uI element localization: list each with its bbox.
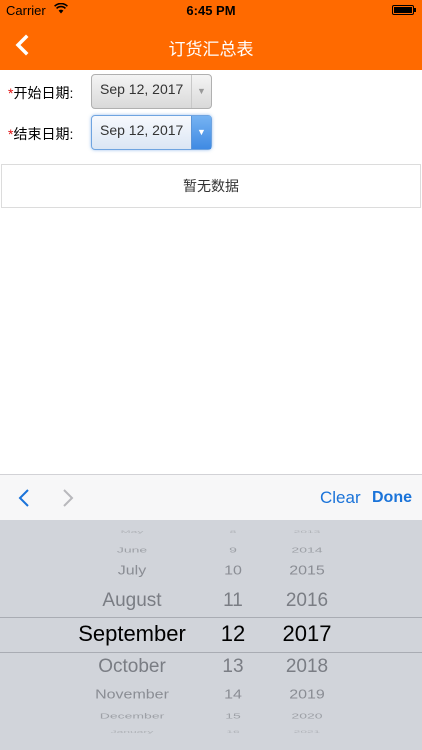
status-bar: Carrier 6:45 PM (0, 0, 422, 20)
day-option[interactable]: 13 (200, 656, 266, 678)
month-option[interactable]: December (52, 712, 212, 721)
done-button[interactable]: Done (372, 489, 412, 507)
clock: 6:45 PM (186, 3, 236, 18)
month-option[interactable]: May (52, 530, 212, 534)
clear-button[interactable]: Clear (320, 488, 361, 508)
day-option[interactable]: 14 (200, 688, 266, 703)
day-option[interactable]: 10 (200, 564, 266, 579)
month-option[interactable]: September (52, 621, 212, 647)
day-option[interactable]: 12 (200, 621, 266, 647)
end-date-field[interactable]: Sep 12, 2017 ▼ (91, 115, 212, 150)
end-date-label-text: 结束日期: (13, 126, 74, 142)
end-date-label: *结束日期: (8, 124, 73, 144)
month-option[interactable]: October (52, 656, 212, 678)
start-date-value: Sep 12, 2017 (100, 81, 184, 97)
month-option[interactable]: November (52, 688, 212, 703)
year-option[interactable]: 2016 (266, 590, 348, 612)
month-option[interactable]: July (52, 564, 212, 579)
day-option[interactable]: 11 (200, 590, 266, 612)
date-picker-wheel[interactable]: May June July August September October Novembe… (0, 520, 422, 750)
dropdown-arrow-icon: ▼ (191, 116, 211, 149)
previous-field-chevron-icon[interactable] (14, 487, 34, 509)
day-option[interactable]: 16 (200, 730, 266, 734)
year-option[interactable]: 2019 (266, 688, 348, 703)
year-option[interactable]: 2017 (266, 621, 348, 647)
next-field-chevron-icon[interactable] (58, 487, 78, 509)
keyboard-accessory-toolbar: Clear Done (0, 474, 422, 520)
end-date-row: *结束日期: Sep 12, 2017 ▼ (0, 113, 422, 151)
day-option[interactable]: 15 (200, 712, 266, 721)
page-title: 订货汇总表 (168, 40, 254, 59)
year-option[interactable]: 2013 (266, 530, 348, 534)
year-option[interactable]: 2015 (266, 564, 348, 579)
year-option[interactable]: 2014 (266, 546, 348, 555)
year-option[interactable]: 2020 (266, 712, 348, 721)
start-date-label-text: 开始日期: (13, 85, 74, 101)
year-option[interactable]: 2021 (266, 730, 348, 734)
battery-icon (392, 5, 416, 15)
month-option[interactable]: January (52, 730, 212, 734)
start-date-label: *开始日期: (8, 83, 73, 103)
month-option[interactable]: August (52, 590, 212, 612)
day-option[interactable]: 8 (200, 530, 266, 534)
end-date-value: Sep 12, 2017 (100, 122, 184, 138)
start-date-row: *开始日期: Sep 12, 2017 ▼ (0, 72, 422, 110)
year-option[interactable]: 2018 (266, 656, 348, 678)
dropdown-arrow-icon: ▼ (191, 75, 211, 108)
empty-result-message: 暂无数据 (1, 164, 421, 208)
start-date-field[interactable]: Sep 12, 2017 ▼ (91, 74, 212, 109)
month-option[interactable]: June (52, 546, 212, 555)
day-option[interactable]: 9 (200, 546, 266, 555)
nav-bar: 订货汇总表 (0, 20, 422, 70)
